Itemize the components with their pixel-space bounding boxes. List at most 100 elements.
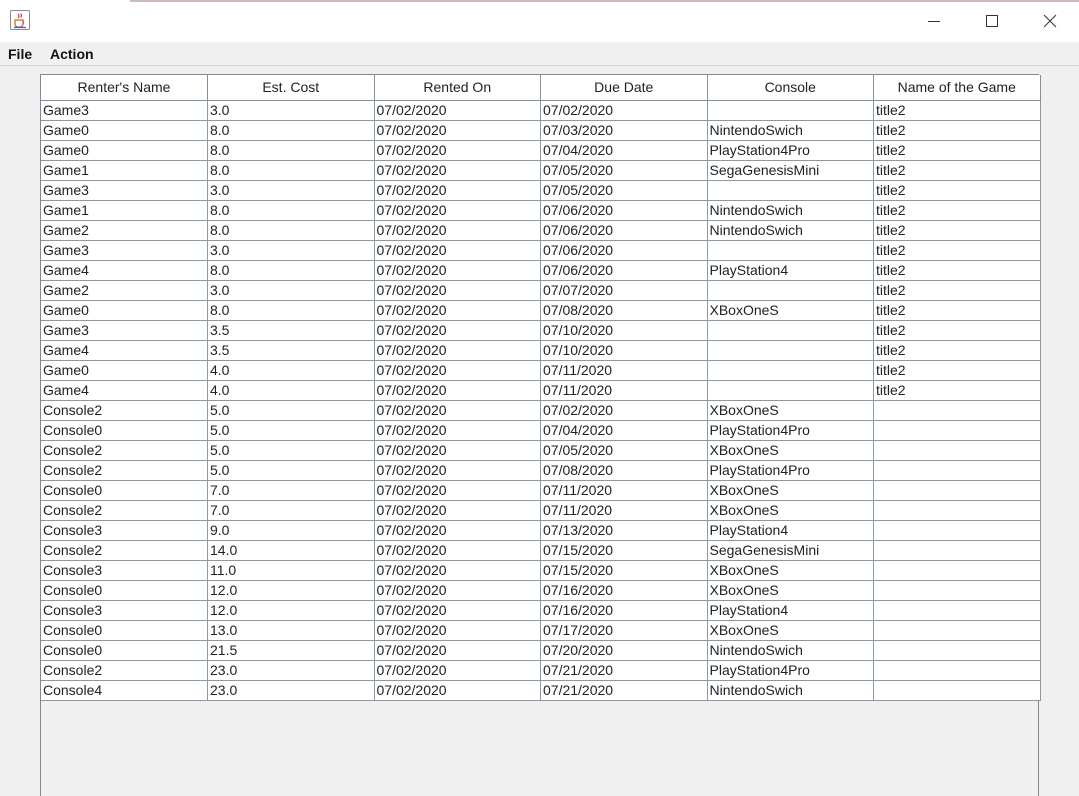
cell-game-name[interactable]: title2 — [873, 219, 1041, 241]
cell-rented-on[interactable]: 07/02/2020 — [373, 359, 541, 381]
cell-rented-on[interactable]: 07/02/2020 — [373, 179, 541, 201]
table-row[interactable]: Console0 5.0 07/02/2020 07/04/2020 PlayStati… — [41, 419, 1041, 441]
cell-rented-on[interactable]: 07/02/2020 — [373, 139, 541, 161]
cell-game-name[interactable]: title2 — [873, 319, 1041, 341]
cell-due-date[interactable]: 07/15/2020 — [540, 539, 708, 561]
table-row[interactable]: Console0 21.5 07/02/2020 07/20/2020 Nintendo… — [41, 639, 1041, 661]
cell-renters-name[interactable]: Console2 — [41, 439, 208, 461]
cell-due-date[interactable]: 07/11/2020 — [540, 359, 708, 381]
cell-renters-name[interactable]: Game0 — [41, 119, 208, 141]
cell-due-date[interactable]: 07/02/2020 — [540, 399, 708, 421]
cell-due-date[interactable]: 07/21/2020 — [540, 679, 708, 701]
cell-due-date[interactable]: 07/02/2020 — [540, 99, 708, 121]
cell-renters-name[interactable]: Game4 — [41, 379, 208, 401]
column-header-renters-name[interactable]: Renter's Name — [41, 75, 208, 101]
cell-due-date[interactable]: 07/17/2020 — [540, 619, 708, 641]
cell-est-cost[interactable]: 9.0 — [207, 519, 375, 541]
cell-game-name[interactable] — [873, 659, 1041, 681]
table-row[interactable]: Console0 12.0 07/02/2020 07/16/2020 XBoxOneS — [41, 579, 1041, 601]
cell-renters-name[interactable]: Console2 — [41, 539, 208, 561]
cell-game-name[interactable] — [873, 579, 1041, 601]
cell-est-cost[interactable]: 5.0 — [207, 399, 375, 421]
cell-est-cost[interactable]: 7.0 — [207, 499, 375, 521]
cell-due-date[interactable]: 07/05/2020 — [540, 439, 708, 461]
column-header-est-cost[interactable]: Est. Cost — [207, 75, 375, 101]
cell-est-cost[interactable]: 21.5 — [207, 639, 375, 661]
cell-est-cost[interactable]: 13.0 — [207, 619, 375, 641]
cell-due-date[interactable]: 07/11/2020 — [540, 379, 708, 401]
cell-game-name[interactable]: title2 — [873, 99, 1041, 121]
cell-rented-on[interactable]: 07/02/2020 — [373, 559, 541, 581]
cell-console[interactable]: XBoxOneS — [706, 619, 874, 641]
cell-est-cost[interactable]: 5.0 — [207, 419, 375, 441]
cell-game-name[interactable] — [873, 479, 1041, 501]
cell-renters-name[interactable]: Console3 — [41, 559, 208, 581]
table-row[interactable]: Console3 11.0 07/02/2020 07/15/2020 XBoxOneS — [41, 559, 1041, 581]
cell-console[interactable]: XBoxOneS — [706, 579, 874, 601]
cell-due-date[interactable]: 07/21/2020 — [540, 659, 708, 681]
cell-due-date[interactable]: 07/08/2020 — [540, 299, 708, 321]
cell-console[interactable]: PlayStation4 — [706, 259, 874, 281]
cell-console[interactable] — [706, 99, 874, 121]
cell-rented-on[interactable]: 07/02/2020 — [373, 379, 541, 401]
cell-game-name[interactable] — [873, 399, 1041, 421]
cell-rented-on[interactable]: 07/02/2020 — [373, 679, 541, 701]
cell-game-name[interactable] — [873, 539, 1041, 561]
table-row[interactable]: Game0 4.0 07/02/2020 07/11/2020 title2 — [41, 359, 1041, 381]
table-row[interactable]: Game4 3.5 07/02/2020 07/10/2020 title2 — [41, 339, 1041, 361]
cell-rented-on[interactable]: 07/02/2020 — [373, 319, 541, 341]
cell-game-name[interactable]: title2 — [873, 199, 1041, 221]
cell-renters-name[interactable]: Console0 — [41, 579, 208, 601]
cell-rented-on[interactable]: 07/02/2020 — [373, 399, 541, 421]
cell-rented-on[interactable]: 07/02/2020 — [373, 419, 541, 441]
cell-due-date[interactable]: 07/15/2020 — [540, 559, 708, 581]
cell-rented-on[interactable]: 07/02/2020 — [373, 339, 541, 361]
cell-est-cost[interactable]: 8.0 — [207, 119, 375, 141]
cell-due-date[interactable]: 07/05/2020 — [540, 179, 708, 201]
table-row[interactable]: Game3 3.0 07/02/2020 07/06/2020 title2 — [41, 239, 1041, 261]
cell-renters-name[interactable]: Console2 — [41, 659, 208, 681]
cell-console[interactable] — [706, 319, 874, 341]
table-row[interactable]: Game0 8.0 07/02/2020 07/04/2020 PlayStation4… — [41, 139, 1041, 161]
cell-console[interactable] — [706, 239, 874, 261]
cell-renters-name[interactable]: Game2 — [41, 279, 208, 301]
cell-console[interactable]: XBoxOneS — [706, 559, 874, 581]
cell-rented-on[interactable]: 07/02/2020 — [373, 99, 541, 121]
cell-rented-on[interactable]: 07/02/2020 — [373, 479, 541, 501]
cell-console[interactable]: XBoxOneS — [706, 399, 874, 421]
cell-renters-name[interactable]: Console0 — [41, 639, 208, 661]
cell-est-cost[interactable]: 3.0 — [207, 279, 375, 301]
cell-est-cost[interactable]: 3.0 — [207, 179, 375, 201]
cell-rented-on[interactable]: 07/02/2020 — [373, 499, 541, 521]
table-row[interactable]: Game4 4.0 07/02/2020 07/11/2020 title2 — [41, 379, 1041, 401]
table-row[interactable]: Game3 3.5 07/02/2020 07/10/2020 title2 — [41, 319, 1041, 341]
cell-est-cost[interactable]: 8.0 — [207, 159, 375, 181]
column-header-due-date[interactable]: Due Date — [540, 75, 708, 101]
cell-console[interactable]: SegaGenesisMini — [706, 539, 874, 561]
cell-est-cost[interactable]: 8.0 — [207, 199, 375, 221]
close-button[interactable] — [1030, 6, 1070, 36]
cell-console[interactable]: NintendoSwich — [706, 639, 874, 661]
cell-due-date[interactable]: 07/16/2020 — [540, 579, 708, 601]
cell-rented-on[interactable]: 07/02/2020 — [373, 639, 541, 661]
cell-due-date[interactable]: 07/10/2020 — [540, 339, 708, 361]
cell-renters-name[interactable]: Game4 — [41, 259, 208, 281]
cell-est-cost[interactable]: 23.0 — [207, 679, 375, 701]
menu-file[interactable]: File — [8, 44, 32, 64]
cell-renters-name[interactable]: Game3 — [41, 179, 208, 201]
cell-renters-name[interactable]: Game3 — [41, 319, 208, 341]
cell-console[interactable] — [706, 359, 874, 381]
cell-est-cost[interactable]: 3.0 — [207, 99, 375, 121]
cell-due-date[interactable]: 07/07/2020 — [540, 279, 708, 301]
cell-game-name[interactable] — [873, 619, 1041, 641]
cell-game-name[interactable]: title2 — [873, 159, 1041, 181]
cell-rented-on[interactable]: 07/02/2020 — [373, 299, 541, 321]
cell-renters-name[interactable]: Game0 — [41, 299, 208, 321]
cell-game-name[interactable]: title2 — [873, 279, 1041, 301]
cell-console[interactable]: XBoxOneS — [706, 439, 874, 461]
cell-due-date[interactable]: 07/05/2020 — [540, 159, 708, 181]
cell-rented-on[interactable]: 07/02/2020 — [373, 619, 541, 641]
cell-console[interactable] — [706, 339, 874, 361]
cell-game-name[interactable]: title2 — [873, 259, 1041, 281]
cell-console[interactable] — [706, 379, 874, 401]
